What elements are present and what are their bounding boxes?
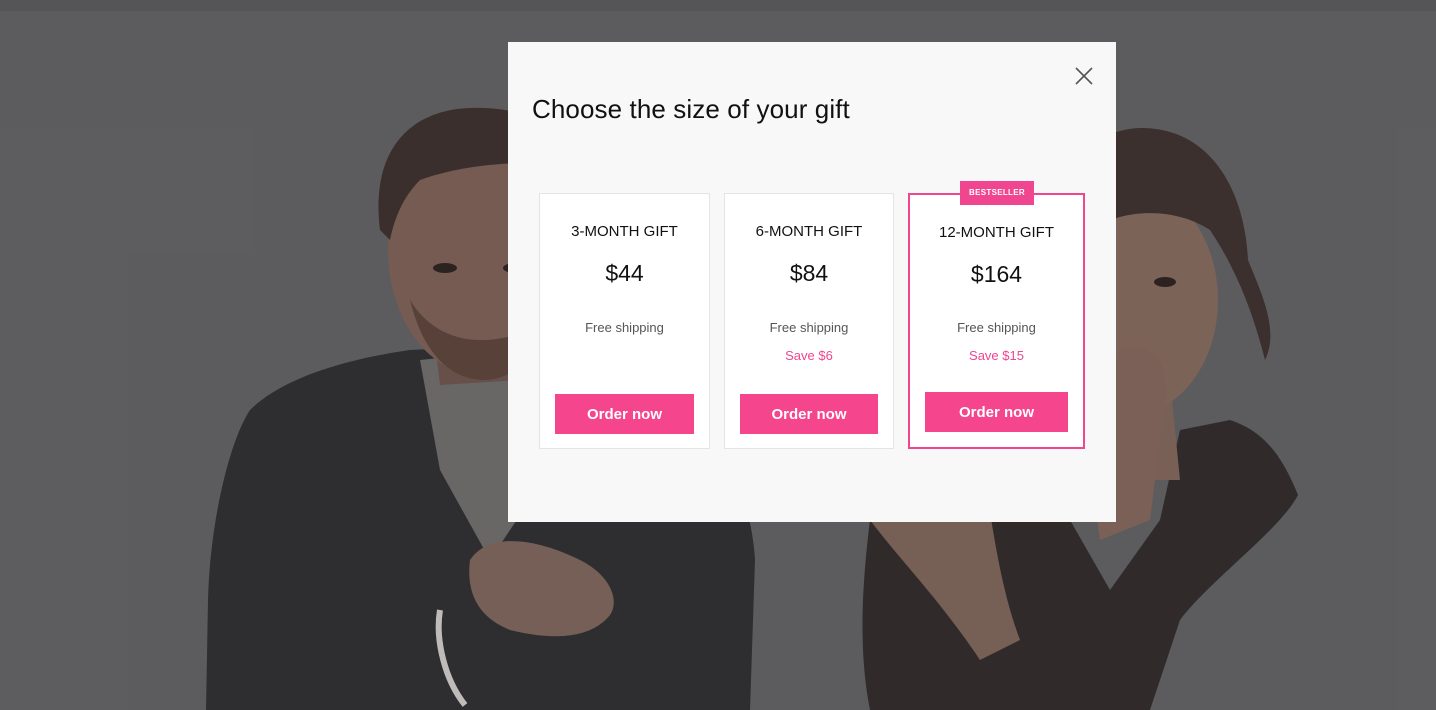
plan-price: $164 xyxy=(970,261,1023,287)
gift-option-3-month: 3-MONTH GIFT $44 Free shipping Order now xyxy=(539,193,710,449)
plan-name: 6-MONTH GIFT xyxy=(755,223,863,240)
plan-name: 3-MONTH GIFT xyxy=(571,223,678,240)
plan-savings: Save $15 xyxy=(969,348,1024,363)
plan-price: $44 xyxy=(605,260,644,286)
modal-title: Choose the size of your gift xyxy=(532,94,850,124)
plan-shipping: Free shipping xyxy=(585,320,664,335)
plan-shipping: Free shipping xyxy=(769,320,849,335)
close-button[interactable] xyxy=(1072,64,1096,88)
gift-option-12-month: BESTSELLER 12-MONTH GIFT $164 Free shipp… xyxy=(908,181,1085,449)
order-now-button[interactable]: Order now xyxy=(740,394,878,434)
gift-option-6-month: 6-MONTH GIFT $84 Free shipping Save $6 O… xyxy=(724,193,894,449)
close-icon xyxy=(1075,67,1093,85)
plan-shipping: Free shipping xyxy=(957,320,1036,335)
gift-size-modal: Choose the size of your gift 3-MONTH GIF… xyxy=(508,42,1116,522)
plan-price: $84 xyxy=(789,260,829,286)
order-now-button[interactable]: Order now xyxy=(555,394,694,434)
page: Choose the size of your gift 3-MONTH GIF… xyxy=(0,0,1436,710)
plan-savings: Save $6 xyxy=(785,348,833,363)
bestseller-badge: BESTSELLER xyxy=(960,181,1034,205)
order-now-button[interactable]: Order now xyxy=(925,392,1068,432)
plan-name: 12-MONTH GIFT xyxy=(939,224,1054,241)
